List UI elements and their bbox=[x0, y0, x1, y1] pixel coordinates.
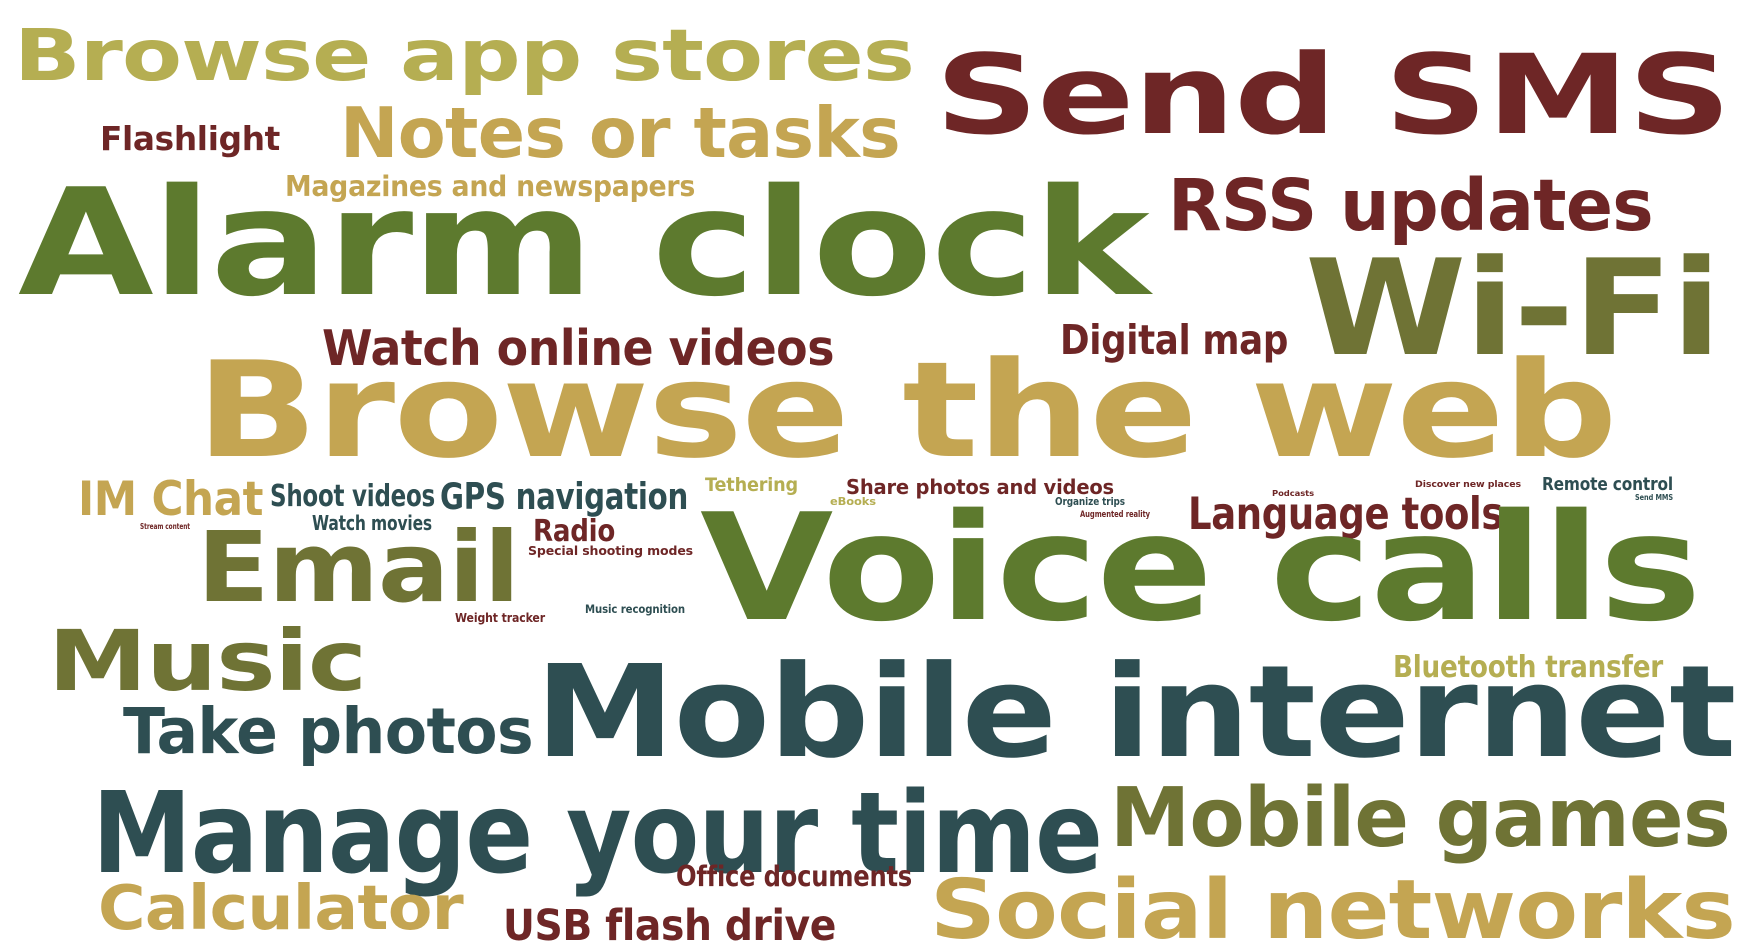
word-stream-content: Stream content bbox=[140, 521, 190, 531]
word-calculator: Calculator bbox=[98, 873, 464, 944]
word-usb-flash-drive: USB flash drive bbox=[503, 901, 836, 950]
word-send-mms: Send MMS bbox=[1635, 492, 1674, 502]
word-music-recognition: Music recognition bbox=[585, 603, 685, 616]
word-mobile-internet: Mobile internet bbox=[535, 639, 1736, 787]
word-radio: Radio bbox=[533, 514, 616, 549]
word-organize-trips: Organize trips bbox=[1055, 497, 1126, 508]
word-special-shooting-modes: Special shooting modes bbox=[528, 544, 694, 558]
word-take-photos: Take photos bbox=[123, 694, 534, 768]
word-email: Email bbox=[197, 511, 520, 624]
word-voice-calls: Voice calls bbox=[700, 482, 1702, 654]
word-mobile-games: Mobile games bbox=[1110, 771, 1731, 866]
word-browse-the-web: Browse the web bbox=[196, 334, 1618, 488]
word-discover-new-places: Discover new places bbox=[1415, 479, 1521, 490]
word-social-networks: Social networks bbox=[930, 863, 1736, 950]
word-alarm-clock: Alarm clock bbox=[18, 157, 1150, 329]
word-send-sms: Send SMS bbox=[935, 31, 1731, 159]
word-cloud: Browse app stores Send SMS Flashlight No… bbox=[0, 0, 1740, 950]
word-shoot-videos: Shoot videos bbox=[270, 479, 436, 514]
word-flashlight: Flashlight bbox=[100, 120, 280, 158]
word-music: Music bbox=[48, 612, 367, 710]
word-podcasts: Podcasts bbox=[1272, 488, 1315, 498]
word-office-documents: Office documents bbox=[676, 859, 912, 893]
word-weight-tracker: Weight tracker bbox=[455, 611, 545, 625]
word-augmented-reality: Augmented reality bbox=[1080, 509, 1151, 520]
word-browse-app-stores: Browse app stores bbox=[14, 14, 915, 97]
word-ebooks: eBooks bbox=[830, 497, 876, 508]
word-rss-updates: RSS updates bbox=[1168, 164, 1654, 247]
